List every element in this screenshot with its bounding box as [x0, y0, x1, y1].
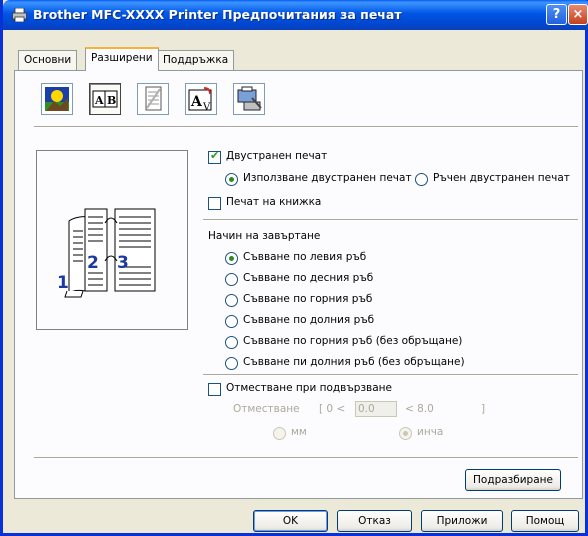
- binding-option-label[interactable]: Съвване по горния ръб (без обръщане): [243, 335, 462, 347]
- toolbar-separator: [34, 126, 578, 128]
- duplex-booklet-icon[interactable]: A B: [89, 83, 121, 115]
- page-number-3: 3: [117, 253, 129, 273]
- binding-title: Начин на завъртане: [208, 230, 321, 242]
- binding-option-radio[interactable]: [225, 336, 238, 349]
- title-bar[interactable]: Brother MFC-XXXX Printer Предпочитания з…: [3, 0, 588, 30]
- tab-support[interactable]: Поддръжка: [157, 50, 235, 70]
- bottom-separator: [34, 457, 578, 459]
- help-button[interactable]: ?: [546, 4, 567, 25]
- watermark-icon[interactable]: [137, 83, 169, 115]
- svg-text:A: A: [190, 94, 203, 110]
- svg-text:V: V: [202, 102, 211, 113]
- binding-offset-label[interactable]: Отместване при подвързване: [226, 382, 392, 394]
- duplex-label[interactable]: Двустранен печат: [226, 150, 327, 162]
- binding-option-label[interactable]: Съвване по десния ръб: [243, 272, 373, 284]
- duplex-auto-label[interactable]: Използване двустранен печат: [243, 172, 412, 184]
- tab-basic[interactable]: Основни: [18, 50, 78, 70]
- default-button[interactable]: Подразбиране: [465, 469, 561, 491]
- svg-text:B: B: [107, 94, 116, 107]
- duplex-auto-radio[interactable]: [225, 173, 238, 186]
- binding-option-radio[interactable]: [225, 294, 238, 307]
- duplex-manual-radio[interactable]: [415, 173, 428, 186]
- binding-offset-checkbox[interactable]: [208, 383, 221, 396]
- binding-option-label[interactable]: Съвване пи долния ръб (без обръщане): [243, 356, 465, 368]
- printer-icon: [12, 8, 27, 22]
- print-quality-icon[interactable]: [41, 83, 73, 115]
- dialog-window: Brother MFC-XXXX Printer Предпочитания з…: [0, 0, 588, 536]
- offset-range-bracket: ]: [481, 403, 486, 415]
- offset-value-input[interactable]: 0.0: [355, 401, 397, 417]
- device-options-icon[interactable]: [233, 83, 265, 115]
- window-title: Brother MFC-XXXX Printer Предпочитания з…: [33, 7, 402, 22]
- page-setting-icon[interactable]: A V: [185, 83, 217, 115]
- svg-text:A: A: [94, 94, 104, 107]
- booklet-checkbox[interactable]: [208, 197, 221, 210]
- offset-field-label: Отместване: [233, 403, 300, 415]
- offset-range-close: < 8.0: [405, 403, 434, 415]
- apply-button[interactable]: Приложи: [421, 510, 503, 532]
- unit-inch-radio[interactable]: [399, 427, 412, 440]
- section-separator: [203, 219, 578, 221]
- help-dialog-button[interactable]: Помощ: [511, 510, 579, 532]
- duplex-manual-label[interactable]: Ръчен двустранен печат: [433, 172, 570, 184]
- binding-option-radio[interactable]: [225, 357, 238, 370]
- preview-area: 1 2 3: [36, 150, 188, 330]
- cancel-button[interactable]: Отказ: [337, 510, 412, 532]
- unit-inch-label[interactable]: инча: [417, 426, 443, 438]
- duplex-preview-image: [64, 208, 156, 298]
- unit-mm-label[interactable]: мм: [291, 426, 307, 438]
- binding-option-label[interactable]: Съвване по долния ръб: [243, 314, 374, 326]
- binding-option-radio[interactable]: [225, 252, 238, 265]
- section-separator: [203, 374, 578, 376]
- binding-option-label[interactable]: Съвване по горния ръб: [243, 293, 372, 305]
- page-number-1: 1: [57, 273, 69, 293]
- tab-advanced[interactable]: Разширени: [85, 47, 159, 71]
- offset-range-open: [ 0 <: [319, 403, 346, 415]
- booklet-label[interactable]: Печат на книжка: [226, 196, 321, 208]
- binding-option-radio[interactable]: [225, 273, 238, 286]
- page-number-2: 2: [87, 253, 99, 273]
- unit-mm-radio[interactable]: [273, 427, 286, 440]
- binding-option-label[interactable]: Съвване по левия ръб: [243, 251, 366, 263]
- duplex-checkbox[interactable]: [208, 149, 221, 164]
- ok-button[interactable]: OK: [253, 510, 328, 532]
- close-button[interactable]: ×: [568, 4, 588, 25]
- binding-option-radio[interactable]: [225, 315, 238, 328]
